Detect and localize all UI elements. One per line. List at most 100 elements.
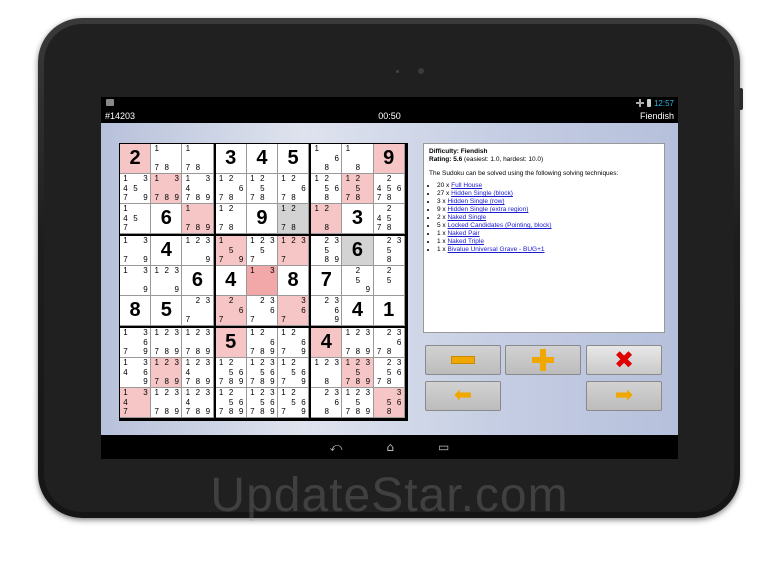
sudoku-cell[interactable]: 4 [342,296,374,326]
sudoku-cell[interactable]: 2369 [311,296,343,326]
sudoku-cell[interactable]: 1 78 [151,144,183,174]
technique-link[interactable]: Naked Triple [447,238,484,245]
back-nav-icon[interactable]: ⤺ [330,440,343,455]
sudoku-cell[interactable]: 126 7 9 [278,328,310,358]
sudoku-cell[interactable]: 123 9 [182,236,214,266]
sudoku-cell[interactable]: 1 36 7 9 [120,328,152,358]
plus-button[interactable] [505,345,581,375]
sudoku-cell[interactable]: 1256 789 [215,358,247,388]
sudoku-cell[interactable]: 18 [342,144,374,174]
sudoku-cell[interactable]: 126 789 [246,328,278,358]
sudoku-cell[interactable]: 123 9 [151,266,183,296]
sudoku-cell[interactable]: 1256 7 9 [278,388,310,418]
sudoku-cell[interactable]: 12357 [246,236,278,266]
sudoku-cell[interactable]: 8 [120,296,152,326]
home-nav-icon[interactable]: ⌂ [386,440,394,454]
sudoku-cell[interactable]: 23589 [311,236,343,266]
minus-button[interactable] [425,345,501,375]
sudoku-cell[interactable]: 1235789 [342,388,374,418]
sudoku-cell[interactable]: 123 789 [151,358,183,388]
sudoku-cell[interactable]: 13 [246,266,278,296]
sudoku-cell[interactable]: 2356 78 [373,358,405,388]
sudoku-cell[interactable]: 236 78 [373,328,405,358]
sudoku-cell[interactable]: 1 78 [182,144,214,174]
sudoku-cell[interactable]: 12356 789 [246,388,278,418]
recents-nav-icon[interactable]: ▭ [438,440,449,454]
sudoku-cell[interactable]: 2456 78 [373,174,405,204]
sudoku-cell[interactable]: 12 8 [311,204,343,234]
technique-link[interactable]: Hidden Single (block) [451,190,513,197]
sudoku-cell[interactable]: 12578 [342,174,374,204]
technique-link[interactable]: Hidden Single (extra region) [447,206,528,213]
sudoku-cell[interactable]: 123 789 [151,388,183,418]
sudoku-cell[interactable]: 12568 [311,174,343,204]
technique-link[interactable]: Hidden Single (row) [447,198,504,205]
sudoku-cell[interactable]: 2368 [311,388,343,418]
sudoku-cell[interactable]: 23 7 [182,296,214,326]
sudoku-cell[interactable]: 1579 [215,236,247,266]
sudoku-cell[interactable]: 4 [246,144,278,174]
sudoku-cell[interactable]: 4 [151,236,183,266]
sudoku-cell[interactable]: 12578 [246,174,278,204]
back-button[interactable]: ⬅ [425,381,501,411]
sudoku-cell[interactable]: 6 [342,236,374,266]
sudoku-cell[interactable]: 126 78 [215,174,247,204]
technique-link[interactable]: Bivalue Universal Grave - BUG+1 [447,246,544,253]
sudoku-cell[interactable]: 7 [311,266,343,296]
sudoku-cell[interactable]: 5 [215,328,247,358]
technique-link[interactable]: Full House [451,182,482,189]
sudoku-cell[interactable]: 123 8 [311,358,343,388]
sudoku-cell[interactable]: 9 [246,204,278,234]
sudoku-cell[interactable]: 1 [373,296,405,326]
sudoku-cell[interactable]: 1 3 47 [120,388,152,418]
forward-button[interactable]: ➡ [586,381,662,411]
sudoku-cell[interactable]: 6 [151,204,183,234]
candidate-digit: 6 [301,337,306,347]
sudoku-cell[interactable]: 6 [182,266,214,296]
sudoku-cell[interactable]: 5 [151,296,183,326]
sudoku-cell[interactable]: 1 3 789 [151,174,183,204]
sudoku-cell[interactable]: 1235789 [342,358,374,388]
sudoku-cell[interactable]: 1457 [120,204,152,234]
sudoku-cell[interactable]: 123 4789 [182,388,214,418]
sudoku-cell[interactable]: 1 3 9 [120,266,152,296]
sudoku-cell[interactable]: 24578 [373,204,405,234]
sudoku-cell[interactable]: 123 789 [151,328,183,358]
sudoku-cell[interactable]: 1256 789 [215,388,247,418]
sudoku-cell[interactable]: 26 7 [215,296,247,326]
sudoku-cell[interactable]: 8 [278,266,310,296]
sudoku-cell[interactable]: 123 789 [182,328,214,358]
sudoku-cell[interactable]: 1 3 4 69 [120,358,152,388]
sudoku-cell[interactable]: 126 78 [278,174,310,204]
sudoku-cell[interactable]: 123 789 [342,328,374,358]
sudoku-cell[interactable]: 1 3 457 9 [120,174,152,204]
sudoku-cell[interactable]: 1789 [182,204,214,234]
sudoku-cell[interactable]: 9 [373,144,405,174]
sudoku-cell[interactable]: 1 68 [311,144,343,174]
sudoku-cell[interactable]: 4 [311,328,343,358]
sudoku-cell[interactable]: 3 [342,204,374,234]
sudoku-cell[interactable]: 1256 7 9 [278,358,310,388]
sudoku-cell[interactable]: 36 7 [278,296,310,326]
sudoku-cell[interactable]: 12356 789 [246,358,278,388]
sudoku-cell[interactable]: 5 [278,144,310,174]
sudoku-cell[interactable]: 259 [342,266,374,296]
sudoku-cell[interactable]: 236 7 [246,296,278,326]
sudoku-cell[interactable]: 123 7 [278,236,310,266]
sudoku-cell[interactable]: 2 [120,144,152,174]
sudoku-cell[interactable]: 123 4789 [182,358,214,388]
sudoku-cell[interactable]: 1 3 7 9 [120,236,152,266]
technique-link[interactable]: Naked Single [447,214,486,221]
sudoku-cell[interactable]: 12 78 [215,204,247,234]
technique-link[interactable]: Naked Pair [447,230,479,237]
sudoku-cell[interactable]: 3 [215,144,247,174]
sudoku-cell[interactable]: 1 3 4789 [182,174,214,204]
sudoku-cell[interactable]: 3568 [373,388,405,418]
sudoku-cell[interactable]: 4 [215,266,247,296]
close-button[interactable]: ✖ [586,345,662,375]
sudoku-cell[interactable]: 25 [373,266,405,296]
sudoku-cell[interactable]: 12 78 [278,204,310,234]
sudoku-board[interactable]: 2178178345168189134579137891347891267812… [119,143,408,421]
technique-link[interactable]: Locked Candidates (Pointing, block) [447,222,551,229]
sudoku-cell[interactable]: 2358 [373,236,405,266]
